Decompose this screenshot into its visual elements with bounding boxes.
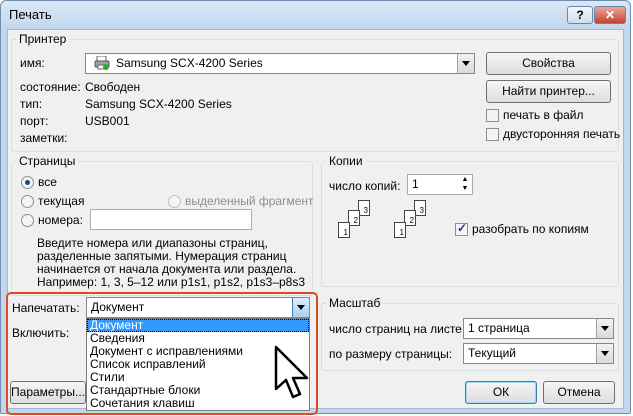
chevron-down-icon[interactable] xyxy=(596,344,613,363)
print-to-file-checkbox[interactable] xyxy=(486,109,499,122)
duplex-checkbox[interactable] xyxy=(486,128,499,141)
find-printer-button[interactable]: Найти принтер... xyxy=(486,80,611,103)
printer-status-label: состояние: xyxy=(20,80,81,94)
printer-icon xyxy=(94,55,110,70)
close-button[interactable]: ✕ xyxy=(594,6,626,24)
printer-status-value: Свободен xyxy=(85,80,141,94)
spin-up-icon[interactable]: ▲ xyxy=(459,176,471,184)
properties-button[interactable]: Свойства xyxy=(486,52,611,75)
collate-checkbox[interactable] xyxy=(455,221,468,236)
printer-port-value: USB001 xyxy=(85,114,130,128)
scale-label: по размеру страницы: xyxy=(329,347,453,361)
printer-notes-label: заметки: xyxy=(20,131,68,145)
window-title: Печать xyxy=(9,7,52,22)
dialog-client-area: Принтер имя: Samsung SCX-4200 Series сос… xyxy=(6,29,624,415)
collate-page-a1: 1 xyxy=(338,222,350,238)
pages-hint-line1: Введите номера или диапазоны страниц, xyxy=(37,236,268,250)
pages-per-sheet-value: 1 страница xyxy=(468,321,530,335)
printer-group-label: Принтер xyxy=(16,32,70,46)
printer-type-value: Samsung SCX-4200 Series xyxy=(85,97,232,111)
pages-all-radio[interactable] xyxy=(21,176,34,189)
chevron-down-icon[interactable] xyxy=(292,298,309,317)
pages-hint-line4: Например: 1, 3, 5–12 или p1s1, p1s2, p1s… xyxy=(37,275,306,289)
help-button[interactable]: ? xyxy=(567,6,593,24)
pages-numbers-radio[interactable] xyxy=(21,214,34,227)
printer-port-label: порт: xyxy=(20,114,49,128)
chevron-down-icon[interactable] xyxy=(457,54,474,73)
mouse-cursor-icon xyxy=(274,345,314,403)
print-dialog: Печать ? ✕ Принтер имя: Samsung SCX-4200… xyxy=(0,0,631,415)
print-what-value: Документ xyxy=(91,300,145,314)
cancel-button[interactable]: Отмена xyxy=(543,381,615,404)
printer-type-label: тип: xyxy=(20,97,43,111)
find-printer-button-label: Найти принтер... xyxy=(502,84,595,98)
printer-name-label: имя: xyxy=(20,56,45,70)
print-what-label: Напечатать: xyxy=(12,301,80,315)
scale-select[interactable]: Текущий xyxy=(463,343,614,364)
pages-hint-line2: разделенные запятыми. Нумерация страниц xyxy=(37,249,287,263)
pages-selection-label: выделенный фрагмент xyxy=(185,194,314,208)
pages-per-sheet-select[interactable]: 1 страница xyxy=(463,318,614,339)
include-label: Включить: xyxy=(12,326,70,340)
page-numbers-input[interactable] xyxy=(90,209,252,230)
collate-label[interactable]: разобрать по копиям xyxy=(472,222,589,236)
printer-name-select[interactable]: Samsung SCX-4200 Series xyxy=(85,53,475,74)
pages-group-label: Страницы xyxy=(16,154,79,168)
copies-count-label: число копий: xyxy=(329,179,401,193)
copies-count-value: 1 xyxy=(412,177,419,191)
collate-page-b1: 1 xyxy=(394,222,406,238)
copies-count-input[interactable]: 1 ▲ ▼ xyxy=(407,174,473,195)
ok-button-label: ОК xyxy=(492,385,510,399)
collate-illustration: 3 2 1 3 2 1 xyxy=(330,198,450,258)
print-what-select[interactable]: Документ xyxy=(86,297,310,318)
copies-group-label: Копии xyxy=(326,154,366,168)
pages-numbers-label[interactable]: номера: xyxy=(38,213,83,227)
chevron-down-icon[interactable] xyxy=(596,319,613,338)
options-button-label: Параметры... xyxy=(11,385,85,399)
printer-name-value: Samsung SCX-4200 Series xyxy=(116,56,263,70)
pages-selection-radio xyxy=(168,195,181,208)
spin-down-icon[interactable]: ▼ xyxy=(459,185,471,193)
ok-button[interactable]: ОК xyxy=(465,381,537,404)
cancel-button-label: Отмена xyxy=(557,385,601,399)
pages-current-label[interactable]: текущая xyxy=(38,194,84,208)
title-bar: Печать ? ✕ xyxy=(1,1,630,29)
properties-button-label: Свойства xyxy=(522,56,575,70)
zoom-group-label: Масштаб xyxy=(326,296,384,310)
pages-current-radio[interactable] xyxy=(21,195,34,208)
scale-value: Текущий xyxy=(468,346,516,360)
options-button[interactable]: Параметры... xyxy=(10,381,86,404)
print-to-file-label[interactable]: печать в файл xyxy=(503,108,583,122)
duplex-label[interactable]: двусторонняя печать xyxy=(503,127,620,141)
pages-all-label[interactable]: все xyxy=(38,175,57,189)
pages-per-sheet-label: число страниц на листе: xyxy=(329,322,466,336)
pages-hint-line3: начинается от начала документа или разде… xyxy=(37,262,297,276)
